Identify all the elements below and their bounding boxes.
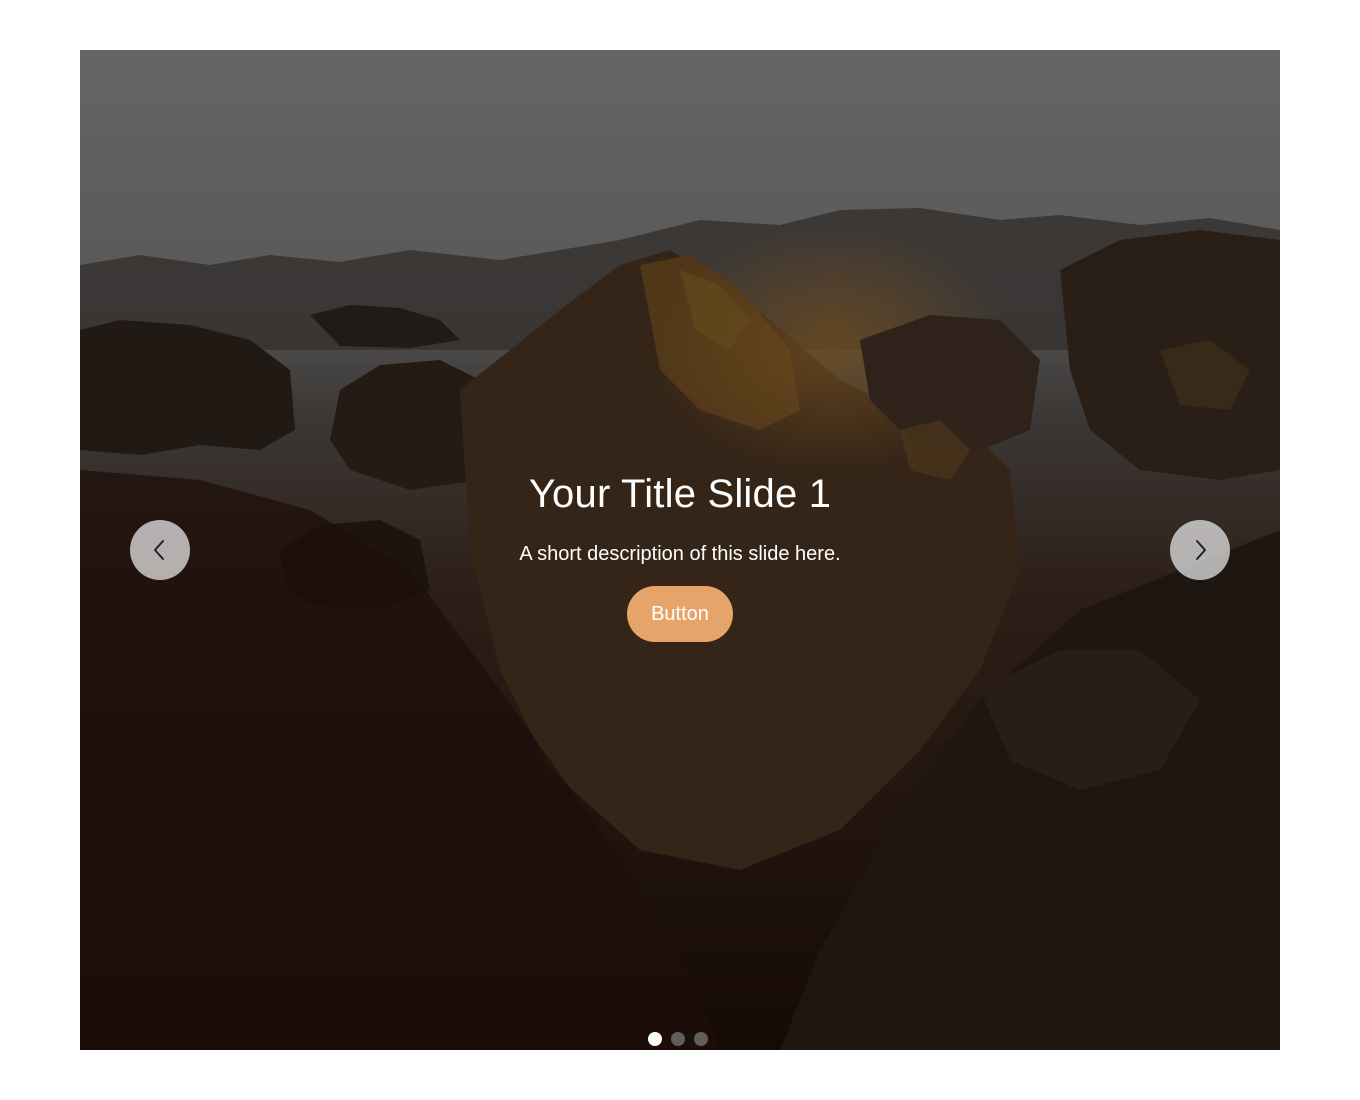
slide-cta-button[interactable]: Button [627,586,733,642]
slide-pagination [648,1032,708,1046]
prev-slide-button[interactable] [130,520,190,580]
slide-title: Your Title Slide 1 [528,472,832,516]
pagination-dot-2[interactable] [671,1032,685,1046]
next-slide-button[interactable] [1170,520,1230,580]
pagination-dot-3[interactable] [694,1032,708,1046]
image-slider: Your Title Slide 1 A short description o… [80,50,1280,1050]
slide-description: A short description of this slide here. [519,543,841,565]
chevron-left-icon [154,540,164,560]
chevron-right-icon [1196,540,1206,560]
pagination-dot-1[interactable] [648,1032,662,1046]
slide-caption: Your Title Slide 1 A short description o… [80,468,1280,642]
